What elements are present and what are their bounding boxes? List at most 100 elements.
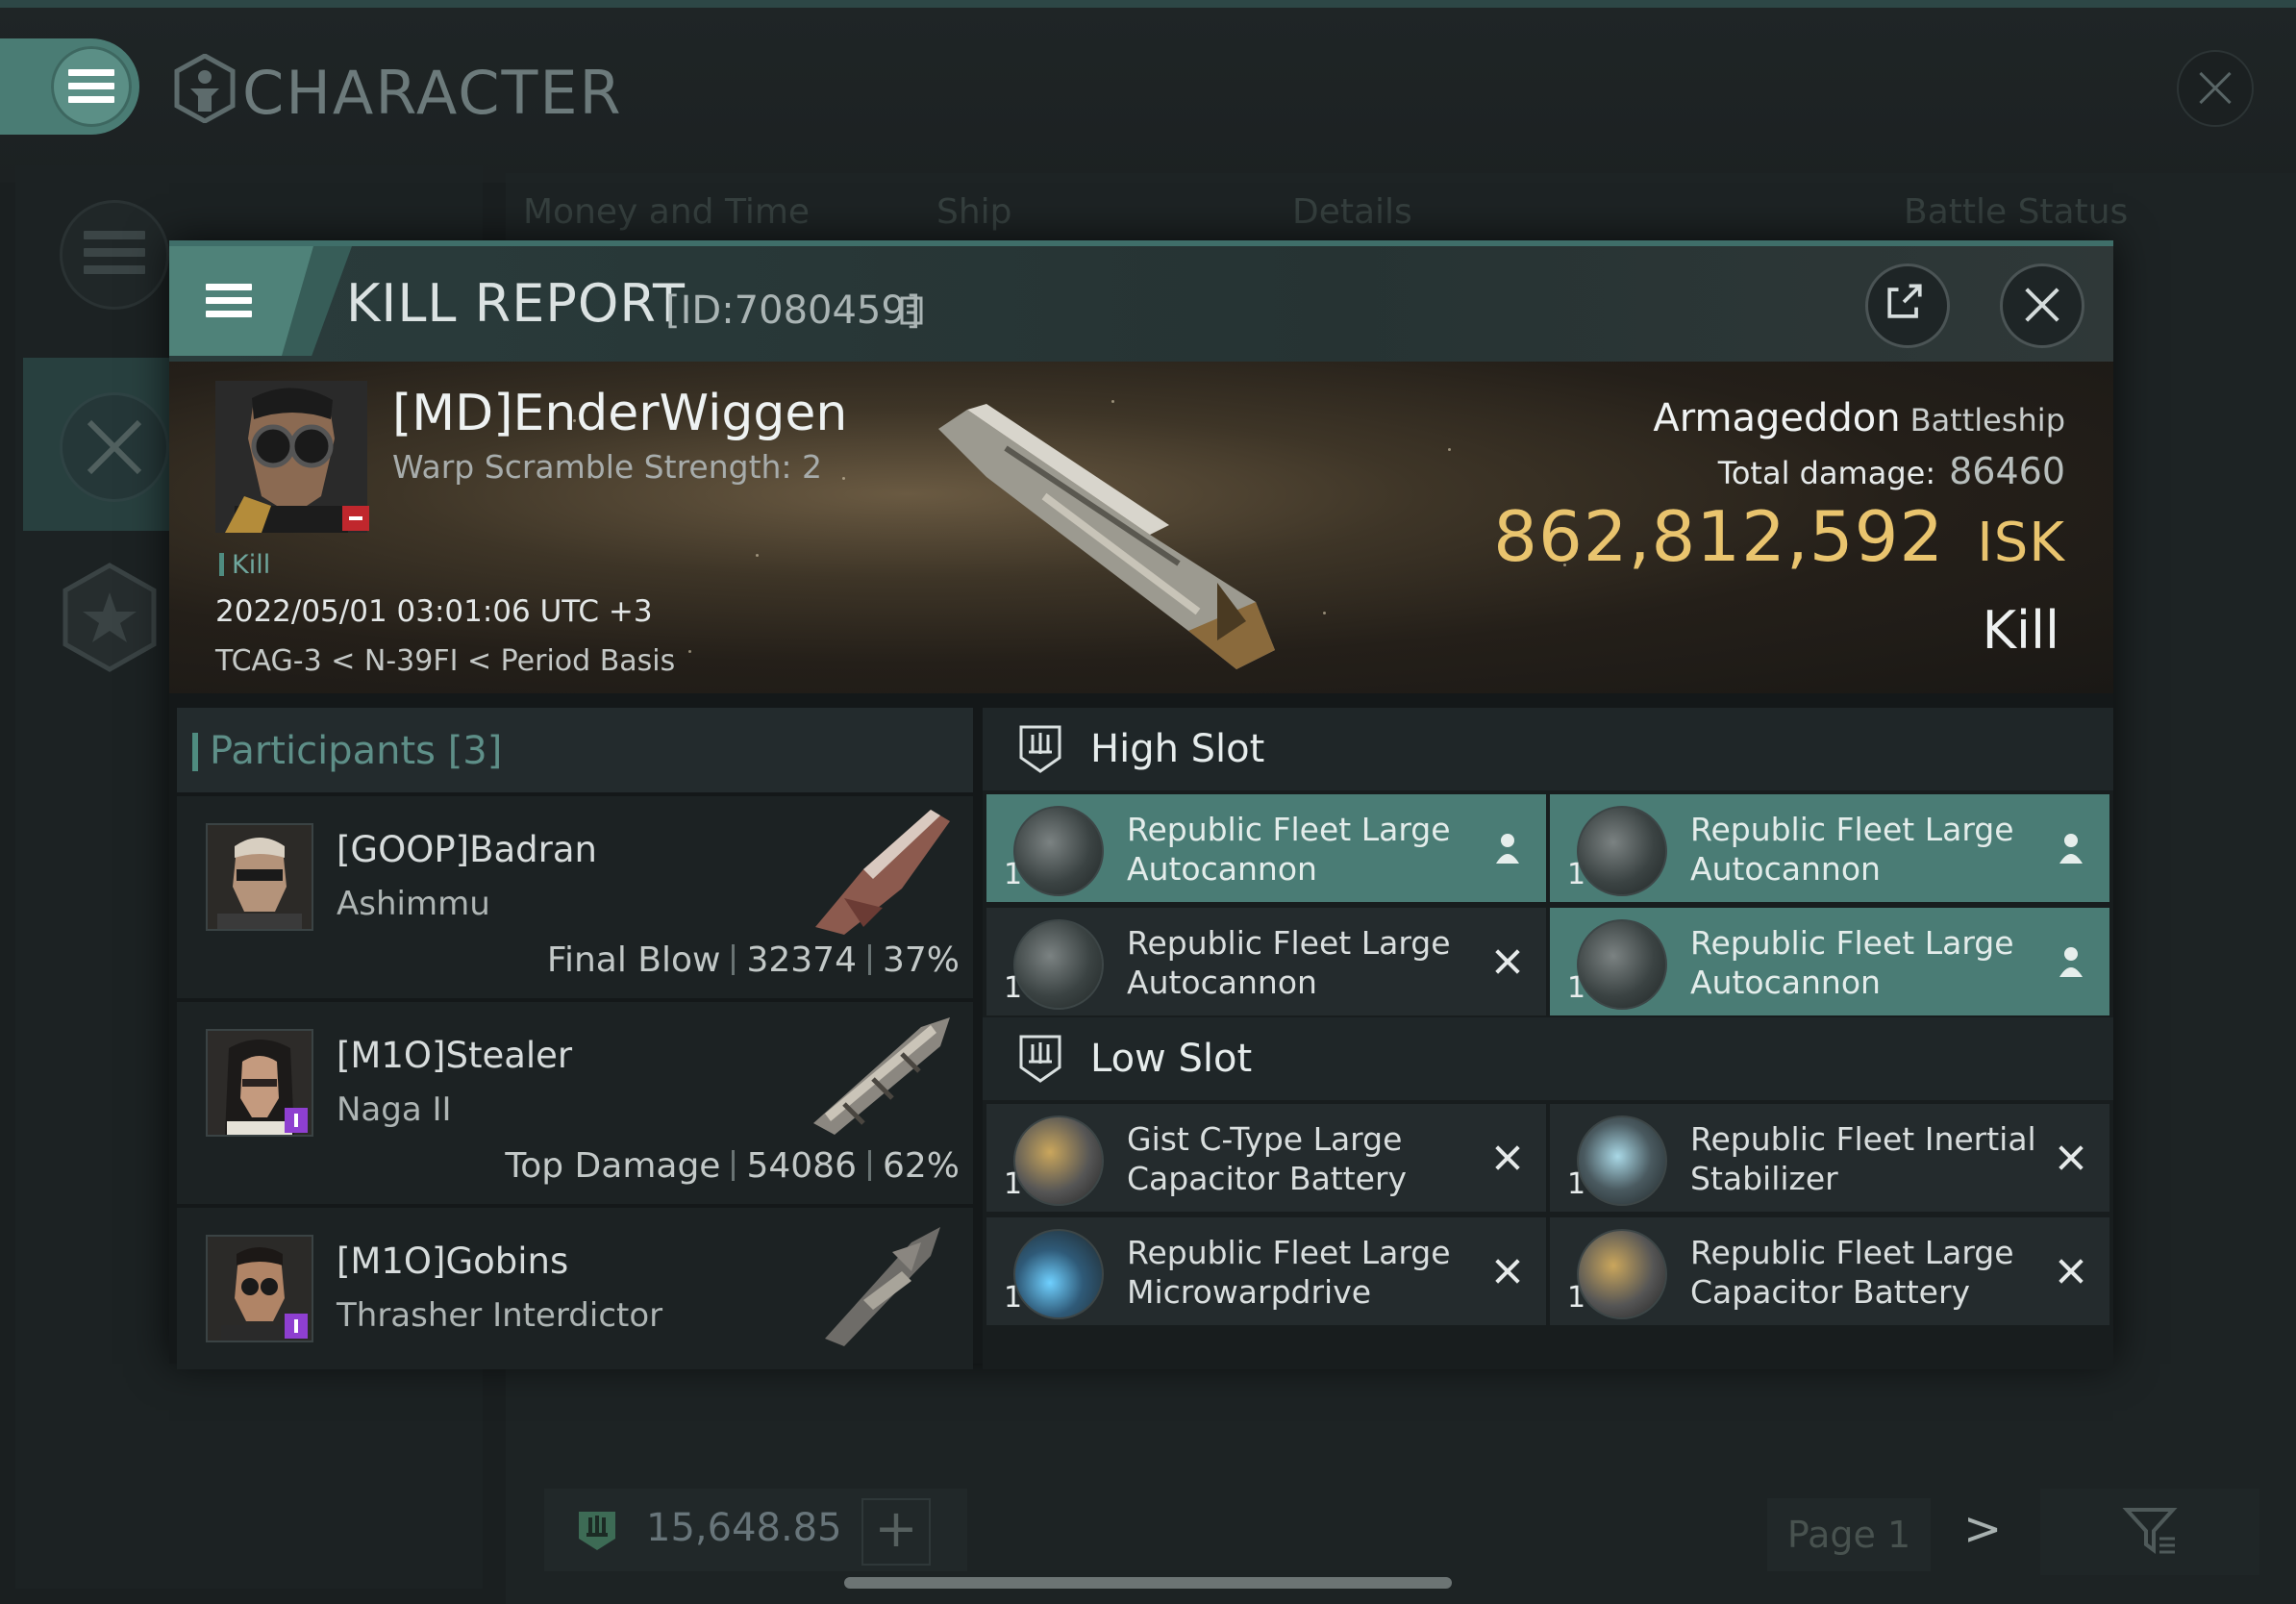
- module-quantity: 1: [1567, 1281, 1586, 1315]
- chevron-right-icon: >: [1963, 1502, 2003, 1556]
- participant-damage: 54086: [746, 1146, 857, 1186]
- participants-label: Participants: [210, 729, 436, 773]
- module-name: Republic Fleet Large Autocannon: [1127, 811, 1451, 888]
- participant-ship: Naga II: [337, 1090, 452, 1129]
- victim-name[interactable]: [MD]EnderWiggen: [392, 385, 847, 442]
- autocannon-icon: [1577, 806, 1667, 896]
- participant-ship-image: [815, 810, 950, 935]
- module-name: Republic Fleet Large Capacitor Battery: [1690, 1234, 2014, 1311]
- module-item[interactable]: 1 Gist C-Type Large Capacitor Battery: [986, 1104, 1546, 1212]
- high-slot-icon: [1019, 725, 1061, 773]
- main-menu-button[interactable]: [0, 38, 139, 135]
- kill-timestamp: 2022/05/01 03:01:06 UTC +3: [215, 594, 653, 629]
- tab-money-and-time[interactable]: Money and Time: [523, 192, 810, 232]
- module-item[interactable]: 1 Republic Fleet Inertial Stabilizer: [1550, 1104, 2109, 1212]
- total-damage: Total damage: 86460: [1718, 450, 2065, 492]
- fitting-panel: High Slot 1 Republic Fleet Large Autocan…: [983, 708, 2113, 1369]
- side-nav: [23, 165, 177, 723]
- module-name: Republic Fleet Large Autocannon: [1690, 924, 2014, 1001]
- module-item[interactable]: 1 Republic Fleet Large Autocannon: [1550, 908, 2109, 1015]
- filter-icon: [2122, 1508, 2178, 1554]
- microwarpdrive-icon: [1013, 1229, 1104, 1319]
- participant-stats: Final Blow 32374 37%: [547, 940, 960, 980]
- total-damage-value: 86460: [1949, 450, 2065, 492]
- participant-ship: Thrasher Interdictor: [337, 1296, 663, 1335]
- participant-stats: Top Damage 54086 62%: [505, 1146, 960, 1186]
- hamburger-icon: [206, 284, 252, 318]
- share-button[interactable]: [1865, 263, 1950, 348]
- kill-location[interactable]: TCAG-3 < N-39FI < Period Basis: [215, 644, 675, 678]
- crossed-swords-icon: [87, 419, 142, 475]
- result-label: Kill: [1982, 600, 2059, 661]
- participant-name[interactable]: [M1O]Gobins: [337, 1241, 568, 1282]
- victim-banner: [MD]EnderWiggen Warp Scramble Strength: …: [169, 362, 2113, 693]
- ship-name[interactable]: Armageddon: [1653, 396, 1900, 440]
- high-slot-label: High Slot: [1090, 727, 1265, 771]
- next-page-button[interactable]: >: [1963, 1502, 2002, 1556]
- participant-name[interactable]: [M1O]Stealer: [337, 1035, 572, 1076]
- star-badge-icon: [62, 563, 157, 672]
- participant-row[interactable]: [GOOP]Badran Ashimmu Final Blow 32374 37%: [177, 796, 973, 1002]
- window-close-button[interactable]: [2177, 50, 2254, 127]
- plus-icon: +: [874, 1498, 918, 1559]
- participant-role: Final Blow: [546, 940, 721, 980]
- destroyed-x-icon: [1490, 1140, 1525, 1175]
- victim-ship: Armageddon Battleship: [1653, 396, 2065, 440]
- participants-title: Participants [3]: [191, 729, 502, 773]
- corp-badge: [285, 1314, 308, 1339]
- tab-ship[interactable]: Ship: [936, 192, 1012, 232]
- capacitor-battery-icon: [1013, 1115, 1104, 1206]
- participants-header: Participants [3]: [177, 708, 973, 792]
- person-icon: [1496, 834, 1519, 864]
- capacitor-battery-icon: [1577, 1229, 1667, 1319]
- hamburger-icon: [68, 69, 114, 104]
- high-slot-header: High Slot: [983, 708, 2113, 790]
- horizontal-scrollbar[interactable]: [844, 1577, 1452, 1589]
- hostile-badge: [342, 506, 369, 531]
- low-slot-header: Low Slot: [983, 1017, 2113, 1100]
- module-item[interactable]: 1 Republic Fleet Large Microwarpdrive: [986, 1217, 1546, 1325]
- participant-percent: 37%: [882, 940, 960, 980]
- warp-scramble-strength: Warp Scramble Strength: 2: [392, 448, 823, 486]
- module-name: Gist C-Type Large Capacitor Battery: [1127, 1120, 1408, 1197]
- participant-name[interactable]: [GOOP]Badran: [337, 829, 597, 870]
- ship-class: Battleship: [1909, 402, 2065, 439]
- low-slot-icon: [1019, 1035, 1061, 1083]
- module-item[interactable]: 1 Republic Fleet Large Autocannon: [986, 908, 1546, 1015]
- total-damage-label: Total damage:: [1717, 455, 1936, 491]
- page-title: CHARACTER: [242, 58, 623, 128]
- module-item[interactable]: 1 Republic Fleet Large Capacitor Battery: [1550, 1217, 2109, 1325]
- module-quantity: 1: [1567, 858, 1586, 891]
- kill-tag: Kill: [219, 550, 270, 580]
- participant-row[interactable]: [M1O]Stealer Naga II Top Damage 54086 62%: [177, 1002, 973, 1208]
- modal-close-button[interactable]: [2000, 263, 2084, 348]
- module-name: Republic Fleet Large Autocannon: [1127, 924, 1451, 1001]
- corp-badge: [285, 1108, 308, 1133]
- isk-amount: 862,812,592: [1493, 496, 1945, 577]
- tab-battle-status[interactable]: Battle Status: [1904, 192, 2128, 232]
- autocannon-icon: [1013, 919, 1104, 1010]
- module-item[interactable]: 1 Republic Fleet Large Autocannon: [1550, 794, 2109, 902]
- module-quantity: 1: [1567, 971, 1586, 1005]
- participant-portrait: [206, 823, 313, 931]
- destroyed-x-icon: [2054, 1140, 2088, 1175]
- page-indicator: Page 1: [1767, 1498, 1931, 1571]
- wallet-icon: [579, 1512, 615, 1550]
- inertial-stabilizer-icon: [1577, 1115, 1667, 1206]
- tab-details[interactable]: Details: [1292, 192, 1412, 232]
- module-quantity: 1: [1004, 971, 1023, 1005]
- isk-unit: ISK: [1977, 512, 2065, 574]
- victim-ship-image: [938, 404, 1275, 669]
- participant-row[interactable]: [M1O]Gobins Thrasher Interdictor: [177, 1208, 973, 1369]
- nav-combat-button[interactable]: [23, 358, 177, 531]
- copy-icon[interactable]: [900, 296, 923, 325]
- module-item[interactable]: 1 Republic Fleet Large Autocannon: [986, 794, 1546, 902]
- add-funds-button[interactable]: +: [861, 1498, 931, 1566]
- participants-panel: Participants [3] [GOOP]Badran Ashimmu Fi…: [177, 708, 973, 1369]
- filter-button[interactable]: [2040, 1489, 2259, 1575]
- participant-damage: 32374: [746, 940, 857, 980]
- bottom-bar: 15,648.85 + Page 1 >: [544, 1489, 2259, 1575]
- nav-list-button[interactable]: [23, 165, 177, 338]
- nav-medals-button[interactable]: [23, 540, 177, 714]
- destroyed-x-icon: [1490, 1254, 1525, 1289]
